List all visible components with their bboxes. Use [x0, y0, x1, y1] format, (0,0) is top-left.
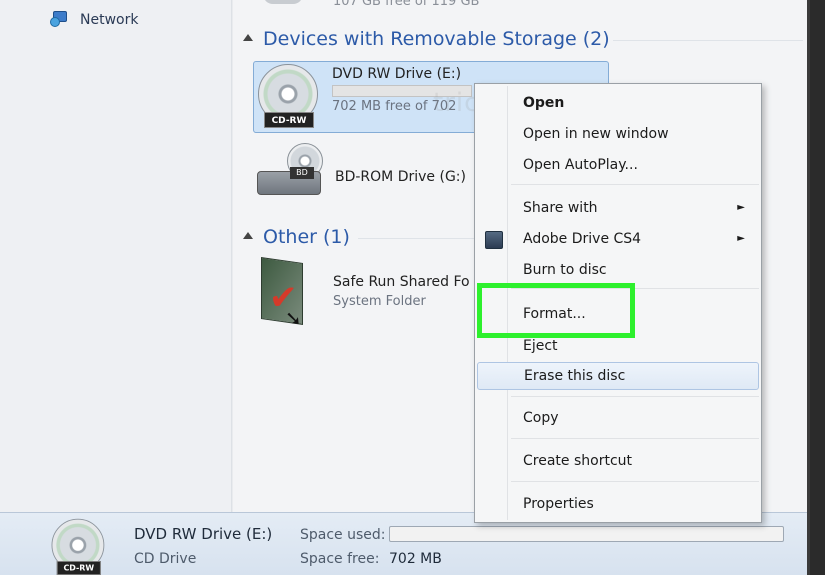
details-space-used-label: Space used:: [300, 527, 386, 543]
menu-item-share-with[interactable]: Share with ►: [477, 194, 759, 222]
details-space-used-bar: [389, 526, 784, 542]
adobe-drive-icon: [485, 231, 503, 249]
menu-item-erase-disc[interactable]: Erase this disc: [477, 362, 759, 390]
hard-drive-icon: [263, 0, 303, 4]
nav-item-network[interactable]: Network: [50, 10, 138, 30]
menu-item-open-autoplay[interactable]: Open AutoPlay...: [477, 151, 759, 179]
menu-item-adobe-drive[interactable]: Adobe Drive CS4 ►: [477, 225, 759, 253]
folder-item-safe-run[interactable]: ✔ ➘ Safe Run Shared Fo System Folder: [255, 257, 470, 332]
collapse-arrow-icon[interactable]: [243, 231, 253, 239]
menu-item-open[interactable]: Open: [477, 89, 759, 117]
menu-item-burn-to-disc[interactable]: Burn to disc: [477, 256, 759, 284]
drive-name: BD-ROM Drive (G:): [335, 169, 466, 185]
menu-item-open-new-window[interactable]: Open in new window: [477, 120, 759, 148]
folder-type: System Folder: [333, 294, 426, 309]
details-drive-name: DVD RW Drive (E:): [134, 525, 273, 543]
details-space-free-value: 702 MB: [389, 551, 442, 567]
folder-name: Safe Run Shared Fo: [333, 274, 470, 290]
collapse-arrow-icon[interactable]: [243, 33, 253, 41]
system-folder-icon: ✔ ➘: [255, 257, 323, 332]
group-header-other[interactable]: Other (1): [243, 226, 350, 248]
menu-item-properties[interactable]: Properties: [477, 490, 759, 518]
drive-free-space-text: 107 GB free of 119 GB: [333, 0, 480, 9]
menu-item-create-shortcut[interactable]: Create shortcut: [477, 447, 759, 475]
network-icon: [50, 10, 72, 30]
window-frame-edge: [810, 0, 825, 575]
drive-item-bd[interactable]: BD BD-ROM Drive (G:): [257, 143, 466, 209]
submenu-arrow-icon: ►: [737, 233, 745, 244]
drive-name: DVD RW Drive (E:): [332, 66, 462, 82]
submenu-arrow-icon: ►: [737, 202, 745, 213]
dvd-drive-icon: CD-RW: [48, 517, 108, 575]
dvd-drive-icon: CD-RW: [254, 62, 322, 132]
details-space-free-label: Space free:: [300, 551, 380, 567]
nav-item-label: Network: [80, 12, 139, 28]
group-header-removable[interactable]: Devices with Removable Storage (2): [243, 28, 610, 50]
navigation-pane: Network: [0, 0, 232, 512]
details-drive-type: CD Drive: [134, 551, 197, 567]
format-highlight-box: [477, 283, 635, 338]
bd-drive-icon: BD: [257, 143, 325, 209]
menu-item-copy[interactable]: Copy: [477, 404, 759, 432]
